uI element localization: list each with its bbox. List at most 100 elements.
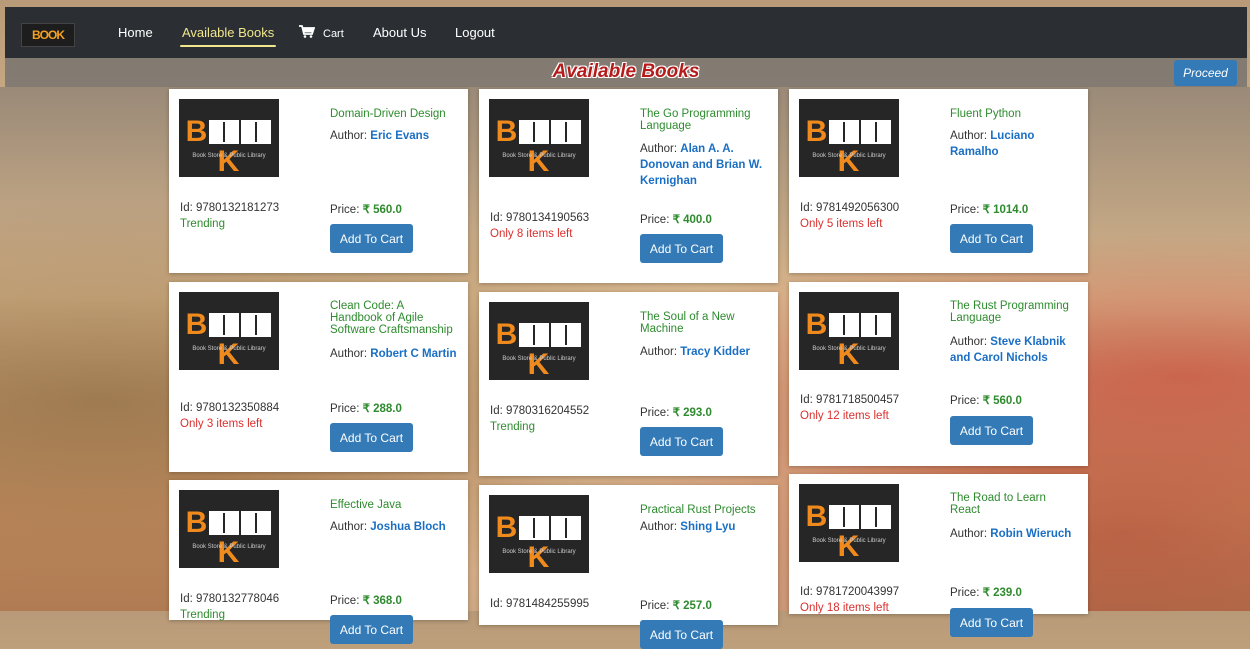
price: Price: ₹ 560.0	[330, 202, 402, 216]
open-book-icon	[861, 505, 892, 529]
cover-logo: BK	[489, 117, 589, 177]
price-value: ₹ 560.0	[982, 395, 1022, 407]
book-cover-image: BK Book Store & Public Library	[799, 484, 899, 562]
author-line: Author: Eric Evans	[330, 128, 460, 144]
price-label: Price:	[640, 407, 670, 419]
price-label: Price:	[950, 395, 980, 407]
book-title[interactable]: Clean Code: A Handbook of Agile Software…	[330, 300, 455, 336]
author-line: Author: Alan A. A. Donovan and Brian W. …	[640, 141, 770, 189]
open-book-icon	[861, 313, 892, 337]
author-label: Author:	[640, 143, 678, 155]
book-cover-image: BK Book Store & Public Library	[179, 99, 279, 177]
stock-warning: Only 8 items left	[490, 228, 573, 240]
title-bar: Available Books	[5, 58, 1247, 87]
cover-letter-k: K	[527, 541, 551, 574]
cover-letter-k: K	[217, 145, 241, 178]
id-value: 9781718500457	[816, 394, 900, 406]
book-title[interactable]: The Soul of a New Machine	[640, 311, 765, 335]
add-to-cart-button[interactable]: Add To Cart	[330, 615, 413, 644]
cover-subtitle: Book Store & Public Library	[192, 544, 266, 550]
book-cover-image: BK Book Store & Public Library	[799, 292, 899, 370]
price: Price: ₹ 293.0	[640, 405, 712, 419]
cover-logo: BK	[179, 508, 279, 568]
cover-letter-b: B	[185, 506, 209, 539]
author-label: Author:	[640, 521, 678, 533]
author-label: Author:	[330, 521, 368, 533]
book-title[interactable]: The Rust Programming Language	[950, 300, 1075, 324]
book-cover-image: BK Book Store & Public Library	[489, 302, 589, 380]
price-value: ₹ 293.0	[672, 407, 712, 419]
nav-home[interactable]: Home	[118, 25, 153, 40]
id-value: 9780132350884	[196, 402, 280, 414]
book-title[interactable]: Practical Rust Projects	[640, 504, 765, 516]
price-label: Price:	[330, 204, 360, 216]
add-to-cart-button[interactable]: Add To Cart	[640, 234, 723, 263]
nav-about-us[interactable]: About Us	[373, 25, 426, 40]
open-book-icon	[519, 516, 550, 540]
cover-letter-b: B	[495, 115, 519, 148]
author-label: Author:	[330, 130, 368, 142]
book-title[interactable]: Effective Java	[330, 499, 455, 511]
author-line: Author: Steve Klabnik and Carol Nichols	[950, 334, 1080, 366]
open-book-icon	[519, 323, 550, 347]
cover-letter-b: B	[805, 500, 829, 533]
book-title[interactable]: The Road to Learn React	[950, 492, 1075, 516]
add-to-cart-button[interactable]: Add To Cart	[950, 224, 1033, 253]
price-value: ₹ 560.0	[362, 204, 402, 216]
proceed-button[interactable]: Proceed	[1174, 60, 1237, 86]
price-label: Price:	[330, 595, 360, 607]
cover-logo: BK	[179, 117, 279, 177]
nav-available-books[interactable]: Available Books	[179, 25, 277, 47]
cover-logo: BK	[179, 310, 279, 370]
add-to-cart-button[interactable]: Add To Cart	[640, 427, 723, 456]
nav-cart[interactable]: Cart	[299, 25, 344, 40]
price: Price: ₹ 288.0	[330, 401, 402, 415]
author-line: Author: Joshua Bloch	[330, 519, 460, 535]
cover-logo: BK	[489, 513, 589, 573]
price: Price: ₹ 368.0	[330, 593, 402, 607]
author-line: Author: Robert C Martin	[330, 346, 460, 362]
book-title[interactable]: Domain-Driven Design	[330, 108, 455, 120]
cover-subtitle: Book Store & Public Library	[192, 153, 266, 159]
cover-subtitle: Book Store & Public Library	[192, 346, 266, 352]
add-to-cart-button[interactable]: Add To Cart	[950, 416, 1033, 445]
id-label: Id:	[800, 394, 813, 406]
id-label: Id:	[490, 598, 503, 610]
cart-icon	[299, 25, 315, 38]
author-line: Author: Robin Wieruch	[950, 526, 1080, 542]
add-to-cart-button[interactable]: Add To Cart	[640, 620, 723, 649]
price-value: ₹ 1014.0	[982, 204, 1029, 216]
book-cover-image: BK Book Store & Public Library	[489, 99, 589, 177]
open-book-icon	[519, 120, 550, 144]
book-card: BK Book Store & Public Library The Rust Pr…	[789, 282, 1088, 466]
stock-warning: Only 5 items left	[800, 218, 883, 230]
open-book-icon	[241, 511, 272, 535]
price-label: Price:	[330, 403, 360, 415]
cover-logo: BK	[799, 117, 899, 177]
cover-letter-k: K	[217, 536, 241, 569]
book-title[interactable]: Fluent Python	[950, 108, 1075, 120]
author-label: Author:	[950, 336, 988, 348]
id-label: Id:	[800, 586, 813, 598]
nav-logout[interactable]: Logout	[455, 25, 495, 40]
author-label: Author:	[640, 346, 678, 358]
open-book-icon	[551, 516, 582, 540]
price-value: ₹ 239.0	[982, 587, 1022, 599]
price-value: ₹ 257.0	[672, 600, 712, 612]
open-book-icon	[829, 505, 860, 529]
book-title[interactable]: The Go Programming Language	[640, 108, 765, 132]
logo[interactable]: BOOK	[21, 23, 75, 47]
price-value: ₹ 368.0	[362, 595, 402, 607]
book-card: BK Book Store & Public Library Fluent Pyth…	[789, 89, 1088, 273]
add-to-cart-button[interactable]: Add To Cart	[330, 423, 413, 452]
price: Price: ₹ 257.0	[640, 598, 712, 612]
id-value: 9780316204552	[506, 405, 590, 417]
cover-subtitle: Book Store & Public Library	[502, 549, 576, 555]
add-to-cart-button[interactable]: Add To Cart	[330, 224, 413, 253]
author-line: Author: Shing Lyu	[640, 519, 770, 535]
id-value: 9781492056300	[816, 202, 900, 214]
add-to-cart-button[interactable]: Add To Cart	[950, 608, 1033, 637]
author-label: Author:	[330, 348, 368, 360]
book-id: Id: 9780134190563	[490, 212, 589, 224]
cover-letter-b: B	[495, 318, 519, 351]
